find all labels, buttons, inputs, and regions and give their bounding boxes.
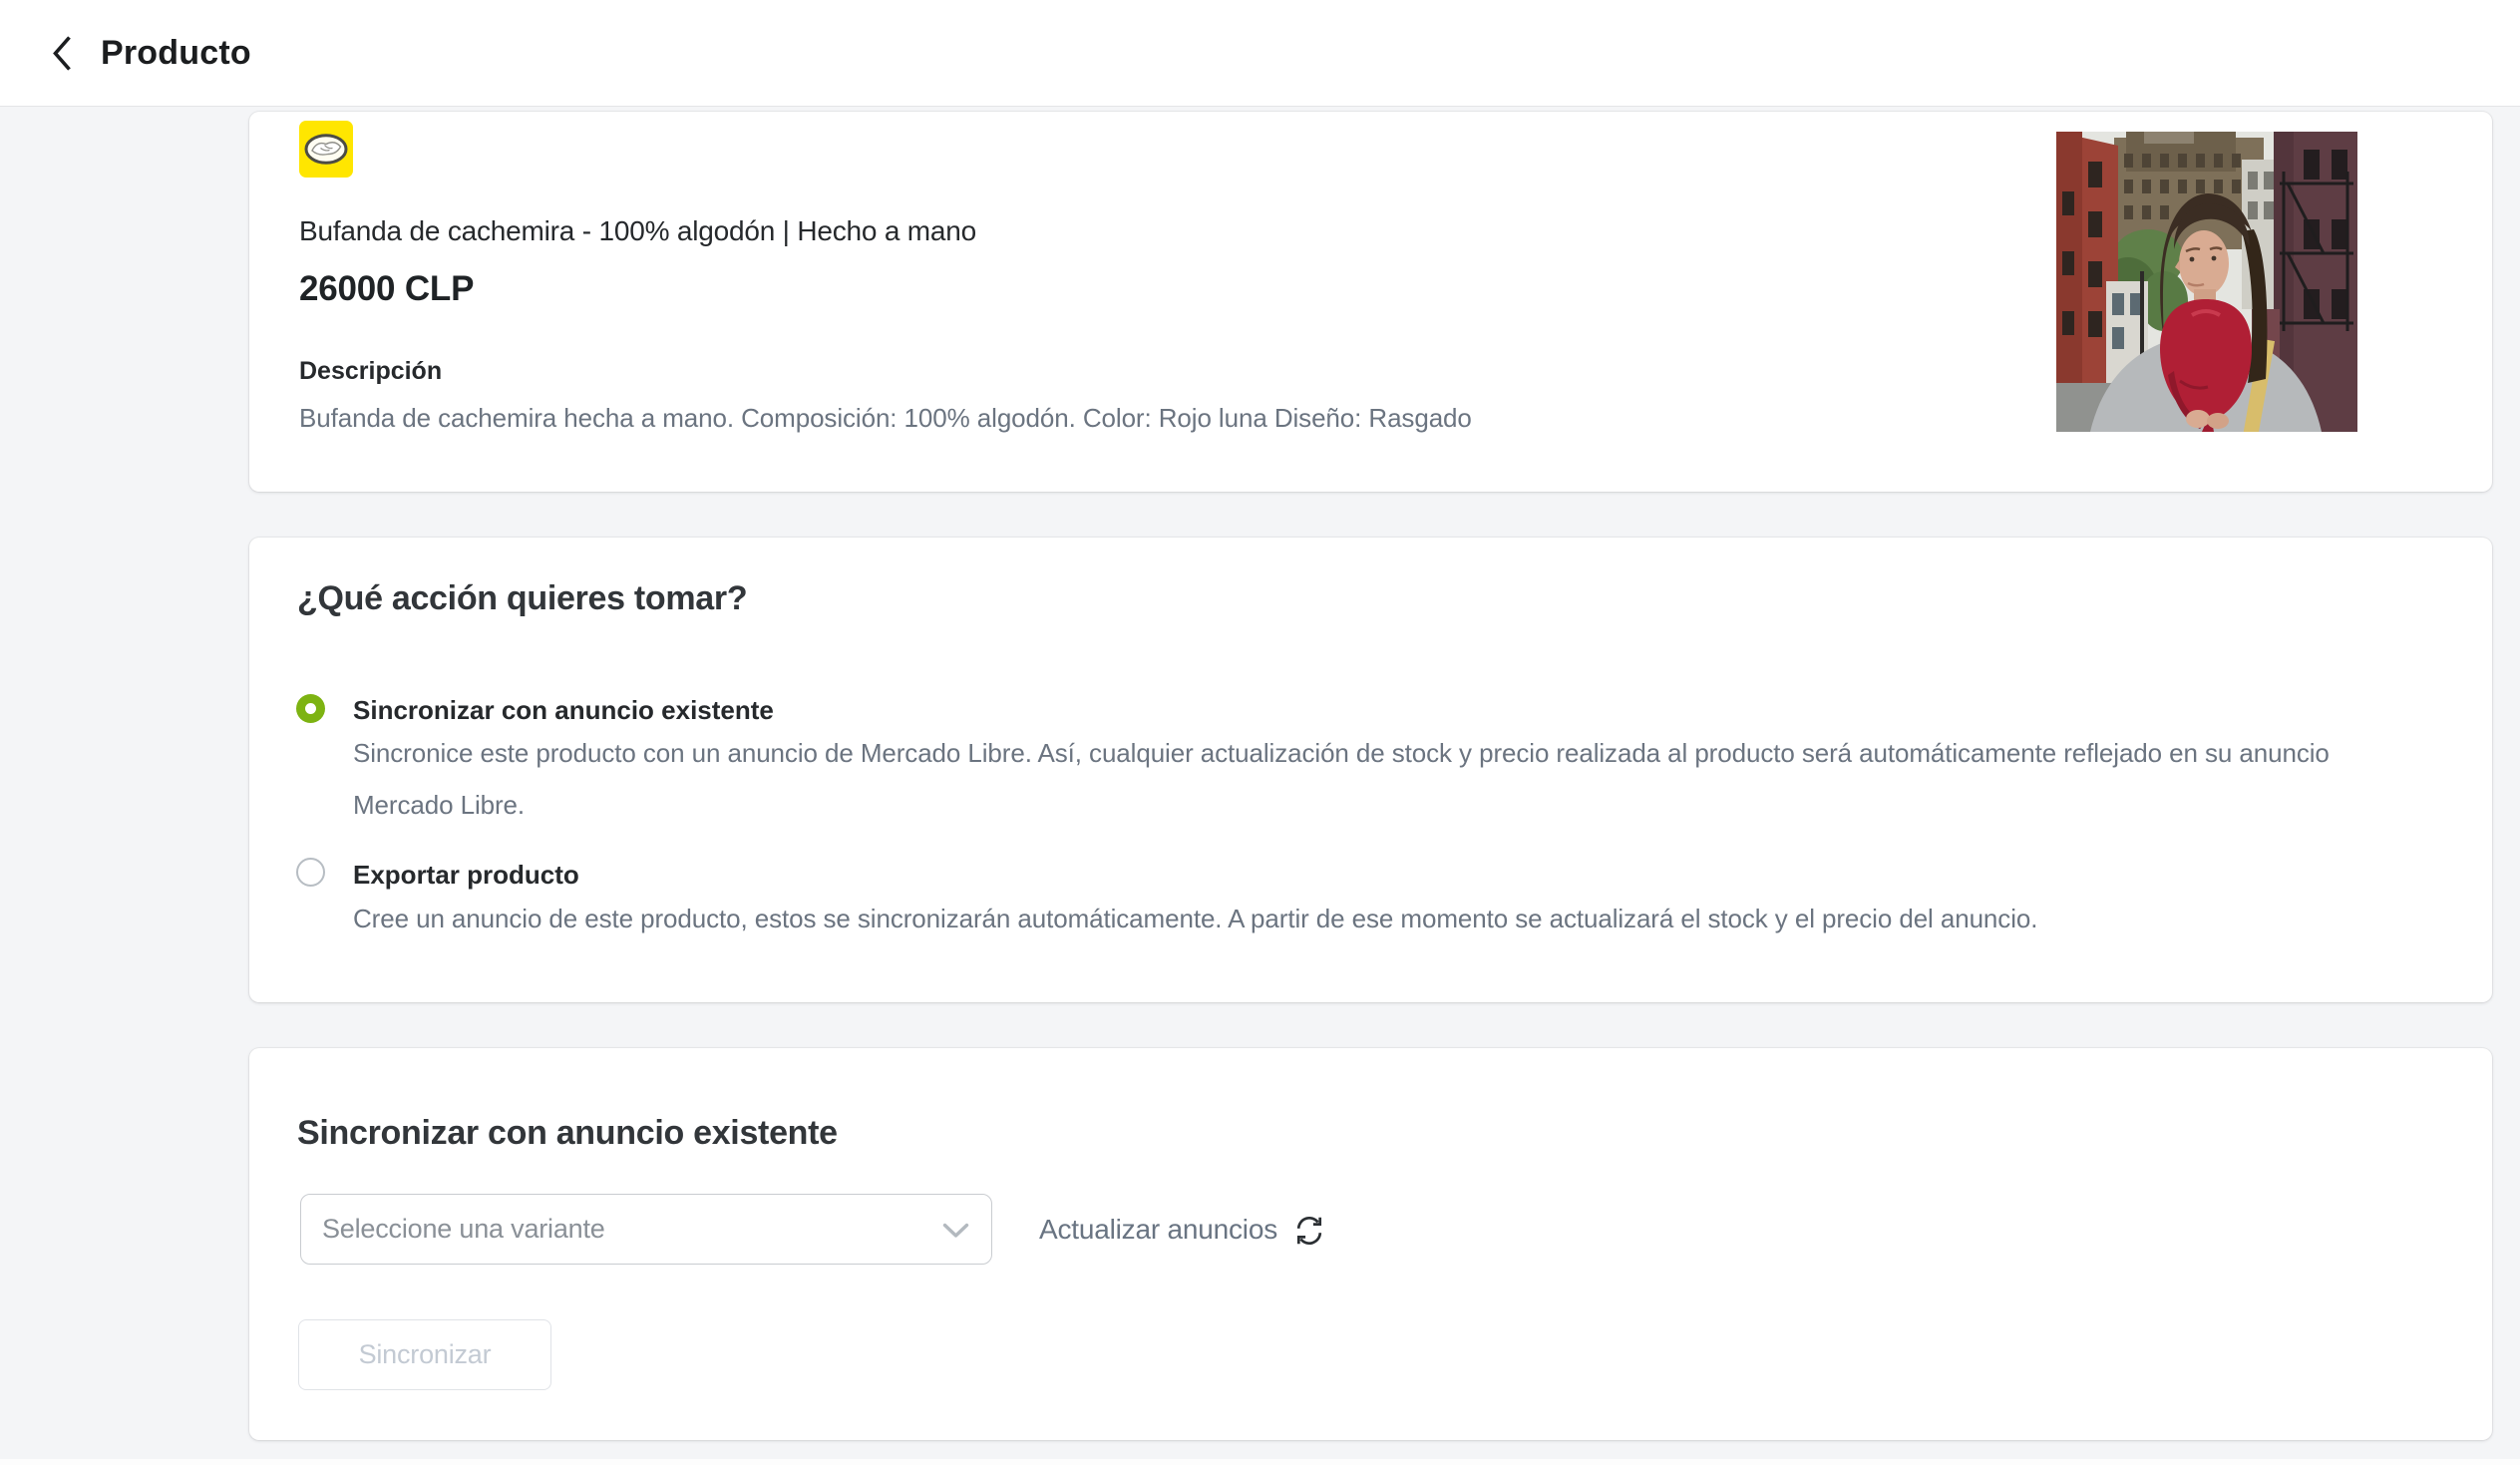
product-card: Bufanda de cachemira - 100% algodón | He… [249,112,2492,492]
chevron-down-icon [942,1223,969,1244]
radio-export-product-description: Cree un anuncio de este producto, estos … [353,904,2038,933]
radio-sync-existing[interactable] [296,694,325,723]
variant-select[interactable]: Seleccione una variante [300,1194,992,1265]
action-card-title: ¿Qué acción quieres tomar? [297,579,748,617]
refresh-listings-label: Actualizar anuncios [1039,1213,1277,1245]
mercado-libre-icon [299,121,353,178]
radio-export-product[interactable] [296,858,325,887]
radio-export-product-label[interactable]: Exportar producto [353,860,579,891]
radio-sync-existing-label[interactable]: Sincronizar con anuncio existente [353,695,774,726]
top-bar: Producto [0,0,2520,107]
sync-button[interactable]: Sincronizar [298,1319,551,1390]
product-title: Bufanda de cachemira - 100% algodón | He… [299,215,977,246]
back-button[interactable]: Producto [52,34,251,73]
product-price: 26000 CLP [299,269,475,308]
sync-card: Sincronizar con anuncio existente Selecc… [249,1048,2492,1440]
page-title: Producto [101,33,251,72]
chevron-left-icon [52,35,73,72]
refresh-listings-button[interactable]: Actualizar anuncios [1039,1194,1325,1265]
page-bottom-edge [0,1459,2520,1465]
description-label: Descripción [299,357,443,385]
refresh-icon [1293,1213,1325,1247]
variant-select-placeholder: Seleccione una variante [322,1214,605,1244]
sync-card-title: Sincronizar con anuncio existente [297,1114,838,1152]
radio-sync-existing-description: Sincronice este producto con un anuncio … [353,738,2330,820]
action-card: ¿Qué acción quieres tomar? Sincronizar c… [249,538,2492,1002]
description-text: Bufanda de cachemira hecha a mano. Compo… [299,403,1472,433]
product-image [2056,132,2357,432]
